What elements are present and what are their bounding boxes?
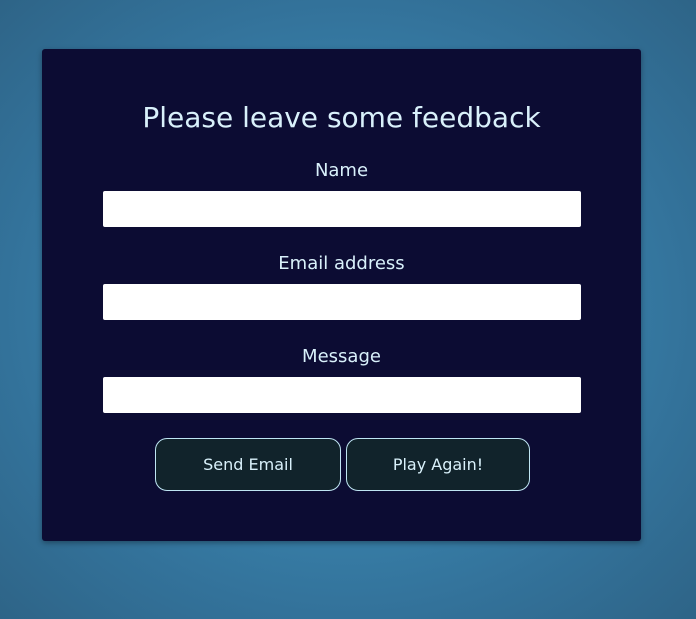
name-label: Name	[314, 160, 369, 181]
email-label: Email address	[278, 253, 405, 274]
message-input[interactable]	[103, 377, 581, 413]
feedback-card: Please leave some feedback Name Email ad…	[42, 49, 641, 541]
name-input[interactable]	[103, 191, 581, 227]
message-label: Message	[302, 346, 381, 367]
page-title: Please leave some feedback	[142, 101, 541, 134]
play-again-button[interactable]: Play Again!	[346, 438, 530, 491]
email-input[interactable]	[103, 284, 581, 320]
send-email-button[interactable]: Send Email	[155, 438, 341, 491]
